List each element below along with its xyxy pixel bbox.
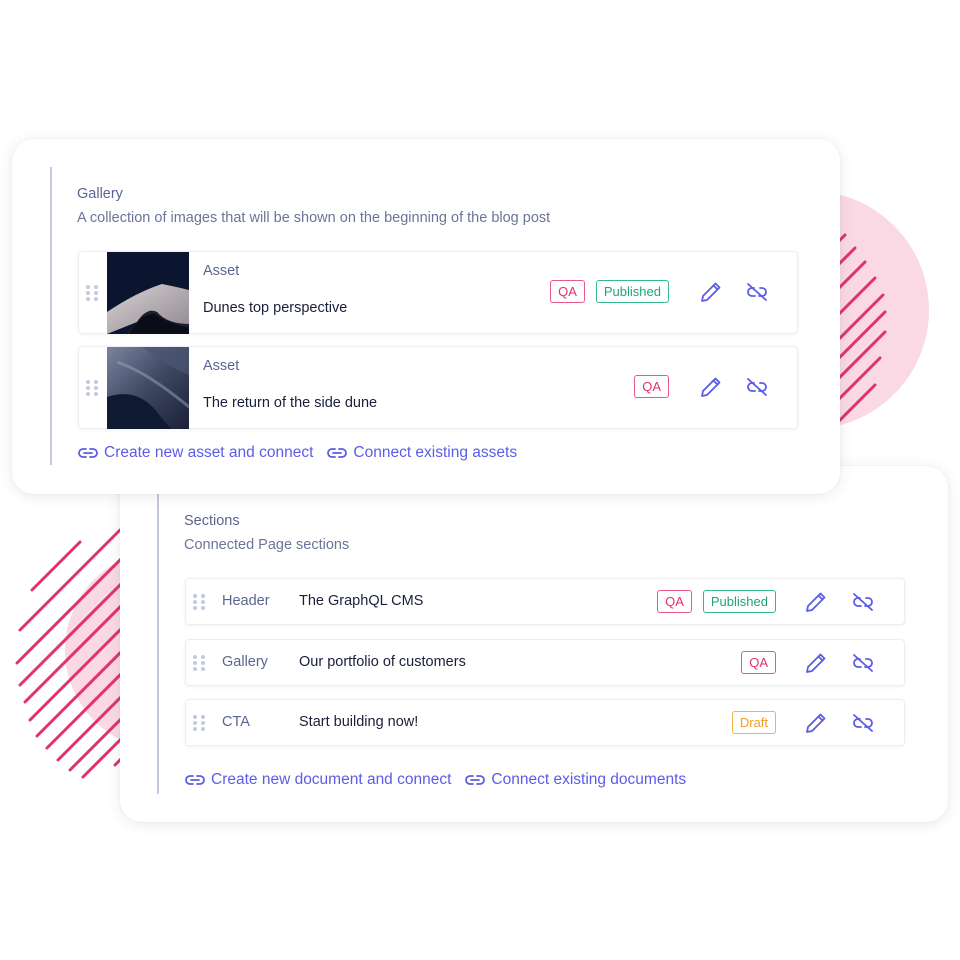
status-badges: QA Published [550,280,669,303]
create-new-asset-button[interactable]: Create new asset and connect [78,444,313,462]
section-name[interactable]: The GraphQL CMS [299,593,423,609]
connect-existing-documents-button[interactable]: Connect existing documents [465,771,686,789]
status-badge-published: Published [595,280,669,303]
status-badge-qa: QA [657,590,692,613]
sections-field-card: Sections Connected Page sections Header … [120,466,948,822]
status-badges: QA [741,651,776,674]
unlink-icon[interactable] [745,375,769,399]
link-icon [185,775,205,785]
section-name[interactable]: Start building now! [299,714,418,730]
unlink-icon[interactable] [745,280,769,304]
action-label: Create new document and connect [211,771,452,788]
status-badge-qa: QA [634,375,669,398]
gallery-field-card: Gallery A collection of images that will… [12,139,840,494]
field-description: A collection of images that will be show… [77,210,551,226]
section-type-label: Header [222,593,270,609]
dune-top-image [107,252,189,334]
section-row[interactable]: Header The GraphQL CMS QA Published [185,578,905,625]
asset-type-label: Asset [203,263,240,279]
asset-row[interactable]: Asset The return of the side dune QA [78,346,798,429]
link-icon [78,448,98,458]
status-badges: QA Published [657,590,776,613]
unlink-icon[interactable] [851,651,875,675]
status-badge-draft: Draft [731,711,776,734]
action-label: Create new asset and connect [104,444,314,461]
drag-handle-icon[interactable] [193,655,205,671]
section-row[interactable]: CTA Start building now! Draft [185,699,905,746]
status-badges: QA [634,375,669,398]
dune-side-image [107,347,189,429]
drag-handle-icon[interactable] [86,380,98,396]
field-title: Sections [184,513,240,529]
action-label: Connect existing documents [491,771,687,788]
unlink-icon[interactable] [851,711,875,735]
pencil-icon[interactable] [804,651,828,675]
pencil-icon[interactable] [804,590,828,614]
status-badge-published: Published [702,590,776,613]
asset-name[interactable]: Dunes top perspective [203,300,347,316]
unlink-icon[interactable] [851,590,875,614]
section-type-label: CTA [222,714,250,730]
drag-handle-icon[interactable] [193,594,205,610]
pencil-icon[interactable] [804,711,828,735]
link-icon [327,448,348,458]
field-title: Gallery [77,186,123,202]
section-row[interactable]: Gallery Our portfolio of customers QA [185,639,905,686]
pencil-icon[interactable] [699,280,723,304]
section-type-label: Gallery [222,654,268,670]
link-icon [465,775,486,785]
status-badge-qa: QA [741,651,776,674]
asset-row[interactable]: Asset Dunes top perspective QA Published [78,251,798,334]
gallery-actions: Create new asset and connect Connect exi… [78,444,517,462]
section-name[interactable]: Our portfolio of customers [299,654,466,670]
status-badge-qa: QA [550,280,585,303]
asset-name[interactable]: The return of the side dune [203,395,377,411]
field-description: Connected Page sections [184,537,350,553]
pencil-icon[interactable] [699,375,723,399]
status-badges: Draft [731,711,776,734]
create-new-document-button[interactable]: Create new document and connect [185,771,451,789]
action-label: Connect existing assets [353,444,518,461]
field-indent-bar [50,167,52,465]
field-indent-bar [157,494,159,794]
sections-actions: Create new document and connect Connect … [185,771,686,789]
drag-handle-icon[interactable] [193,715,205,731]
asset-type-label: Asset [203,358,240,374]
connect-existing-assets-button[interactable]: Connect existing assets [327,444,517,462]
drag-handle-icon[interactable] [86,285,98,301]
